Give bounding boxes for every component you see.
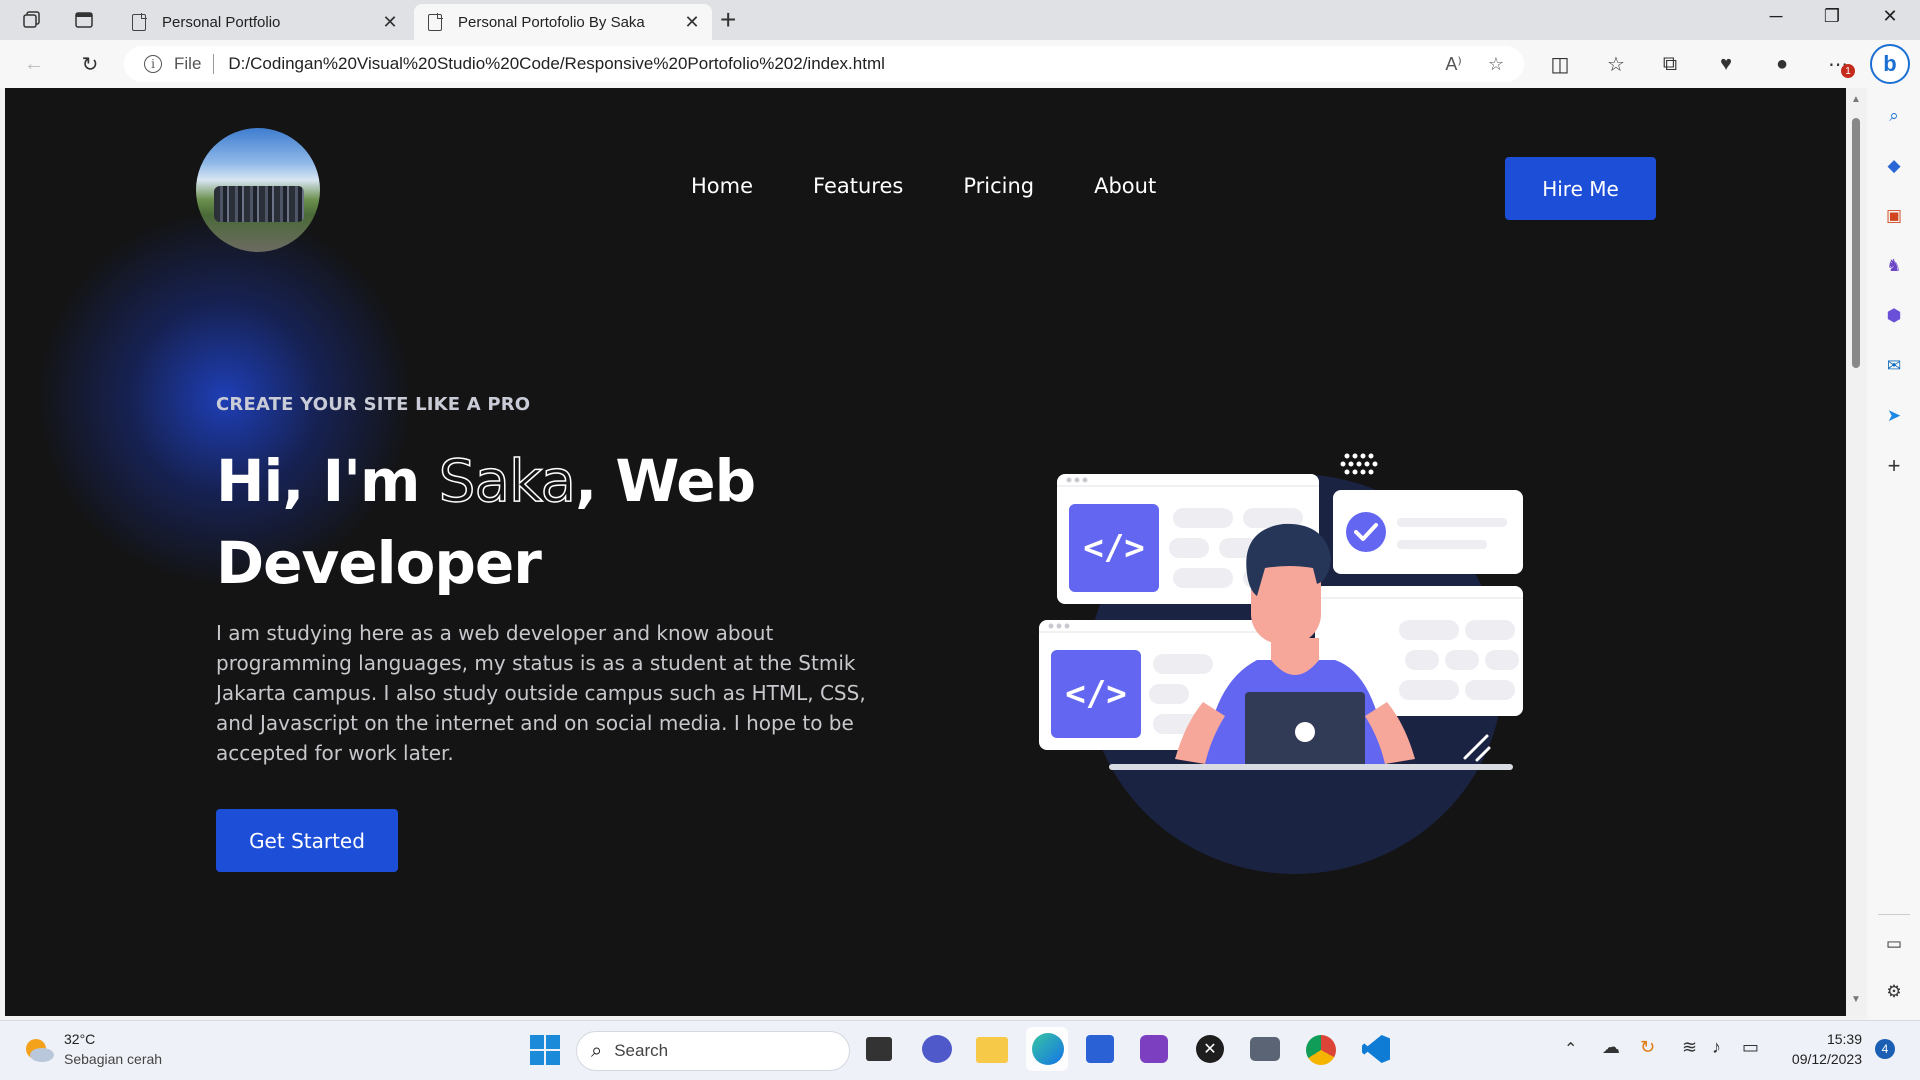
hire-me-button[interactable]: Hire Me <box>1505 157 1656 220</box>
document-icon <box>428 12 443 31</box>
chrome-icon[interactable] <box>1306 1035 1336 1065</box>
profile-avatar <box>196 128 320 252</box>
back-arrow-icon[interactable]: ← <box>20 50 48 78</box>
nav-link-features[interactable]: Features <box>813 174 903 198</box>
microsoft-store-icon[interactable] <box>1086 1035 1114 1063</box>
microsoft-365-icon[interactable]: ⬢ <box>1882 304 1906 328</box>
battery-icon[interactable]: ▭ <box>1742 1037 1759 1058</box>
outlook-icon[interactable]: ✉ <box>1882 354 1906 378</box>
scroll-thumb[interactable] <box>1852 118 1860 368</box>
nav-link-pricing[interactable]: Pricing <box>963 174 1034 198</box>
clock-date[interactable]: 09/12/2023 <box>1782 1051 1862 1067</box>
headline-role-part1: , Web <box>575 447 756 515</box>
scroll-up-arrow-icon[interactable]: ▲ <box>1851 94 1861 105</box>
weather-icon[interactable] <box>22 1035 56 1065</box>
onedrive-icon[interactable]: ☁ <box>1602 1037 1620 1058</box>
taskbar-search[interactable]: ⌕ Search <box>576 1031 850 1071</box>
vscode-icon[interactable] <box>1362 1035 1390 1063</box>
address-bar[interactable]: i File D:/Codingan%20Visual%20Studio%20C… <box>124 46 1524 82</box>
xbox-icon[interactable]: ✕ <box>1196 1035 1224 1063</box>
tab-personal-portfolio[interactable]: Personal Portfolio ✕ <box>118 4 410 40</box>
task-view-icon[interactable] <box>866 1037 892 1061</box>
site-nav: Home Features Pricing About <box>691 174 1156 198</box>
close-window-button[interactable]: ✕ <box>1870 6 1910 27</box>
tab-personal-portofolio-by-saka[interactable]: Personal Portofolio By Saka ✕ <box>414 4 712 40</box>
show-hidden-icons-chevron-icon[interactable]: ⌃ <box>1564 1039 1577 1059</box>
volume-icon[interactable]: ♪ <box>1712 1037 1721 1058</box>
notification-badge: 1 <box>1841 64 1855 78</box>
games-chess-icon[interactable]: ♞ <box>1882 254 1906 278</box>
taskbar-search-placeholder: Search <box>614 1041 669 1060</box>
page-viewport: Home Features Pricing About Hire Me CREA… <box>5 88 1846 1016</box>
browser-essentials-icon[interactable]: ♥ <box>1712 50 1740 78</box>
document-icon <box>132 12 147 31</box>
nav-link-about[interactable]: About <box>1094 174 1156 198</box>
url-scheme-label: File <box>174 54 202 73</box>
workspaces-icon[interactable] <box>18 6 46 34</box>
headline-greeting: Hi, I'm <box>216 447 439 515</box>
nav-link-home[interactable]: Home <box>691 174 753 198</box>
hero-description: I am studying here as a web developer an… <box>216 621 866 765</box>
headline-name: Saka <box>438 446 577 516</box>
favorites-icon[interactable]: ☆ <box>1602 50 1630 78</box>
svg-text:</>: </> <box>1083 528 1144 568</box>
windows-taskbar: 32°C Sebagian cerah ⌕ Search ✕ ⌃ ☁ ↻ ≋ ♪… <box>0 1020 1920 1080</box>
split-screen-icon[interactable]: ◫ <box>1546 50 1574 78</box>
hide-sidebar-icon[interactable]: ▭ <box>1882 932 1906 956</box>
favorite-star-icon[interactable]: ☆ <box>1488 54 1504 75</box>
wifi-icon[interactable]: ≋ <box>1682 1037 1697 1058</box>
teams-chat-icon[interactable] <box>922 1035 952 1063</box>
copilot-bing-icon[interactable]: b <box>1870 44 1910 84</box>
tab-title: Personal Portofolio By Saka <box>458 13 645 31</box>
profile-icon[interactable]: ● <box>1768 50 1796 78</box>
send-drop-icon[interactable]: ➤ <box>1882 404 1906 428</box>
read-aloud-icon[interactable]: A⁾ <box>1445 54 1461 75</box>
clock-time[interactable]: 15:39 <box>1782 1031 1862 1047</box>
weather-condition: Sebagian cerah <box>64 1051 163 1067</box>
scroll-down-arrow-icon[interactable]: ▼ <box>1851 994 1861 1005</box>
hero-headline: Hi, I'm Saka, Web Developer <box>216 440 916 604</box>
update-icon[interactable]: ↻ <box>1640 1037 1655 1058</box>
notification-count-badge[interactable]: 4 <box>1875 1039 1895 1059</box>
weather-temp: 32°C <box>64 1031 96 1047</box>
hero-eyebrow: CREATE YOUR SITE LIKE A PRO <box>216 394 531 415</box>
restore-button[interactable]: ❐ <box>1812 6 1852 27</box>
settings-gear-icon[interactable]: ⚙ <box>1882 980 1906 1004</box>
file-explorer-icon[interactable] <box>976 1037 1008 1063</box>
edge-sidebar: ⌕ ◆ ▣ ♞ ⬢ ✉ ➤ + ▭ ⚙ <box>1868 40 1920 1020</box>
new-tab-button[interactable]: + <box>720 4 736 36</box>
developer-illustration: </> </> <box>1039 453 1523 874</box>
info-icon[interactable]: i <box>144 55 162 73</box>
get-started-button[interactable]: Get Started <box>216 809 398 872</box>
camera-icon[interactable] <box>1250 1037 1280 1061</box>
app-icon-purple[interactable] <box>1140 1035 1168 1063</box>
search-icon: ⌕ <box>591 1039 603 1062</box>
group-photo <box>214 186 304 222</box>
svg-text:</>: </> <box>1065 674 1126 714</box>
close-tab-icon[interactable]: ✕ <box>682 12 702 33</box>
search-icon[interactable]: ⌕ <box>1882 104 1906 128</box>
browser-toolbar: ← ↻ i File D:/Codingan%20Visual%20Studio… <box>0 40 1920 88</box>
close-tab-icon[interactable]: ✕ <box>380 12 400 33</box>
browser-tab-bar: Personal Portfolio ✕ Personal Portofolio… <box>0 0 1920 40</box>
minimize-button[interactable]: ─ <box>1756 6 1796 27</box>
headline-role-part2: Developer <box>216 529 542 597</box>
tools-briefcase-icon[interactable]: ▣ <box>1882 204 1906 228</box>
add-sidebar-app-icon[interactable]: + <box>1882 453 1906 478</box>
tab-actions-icon[interactable] <box>70 6 98 34</box>
shopping-tag-icon[interactable]: ◆ <box>1882 154 1906 178</box>
edge-browser-icon[interactable] <box>1032 1033 1064 1065</box>
refresh-icon[interactable]: ↻ <box>76 50 104 78</box>
tab-title: Personal Portfolio <box>162 13 281 31</box>
page-scrollbar[interactable]: ▲ ▼ <box>1846 88 1866 1016</box>
sidebar-divider <box>1878 914 1910 915</box>
url-separator <box>213 54 215 74</box>
url-text[interactable]: D:/Codingan%20Visual%20Studio%20Code/Res… <box>228 54 1445 74</box>
collections-icon[interactable]: ⧉ <box>1656 50 1684 78</box>
windows-start-icon[interactable] <box>530 1035 560 1065</box>
